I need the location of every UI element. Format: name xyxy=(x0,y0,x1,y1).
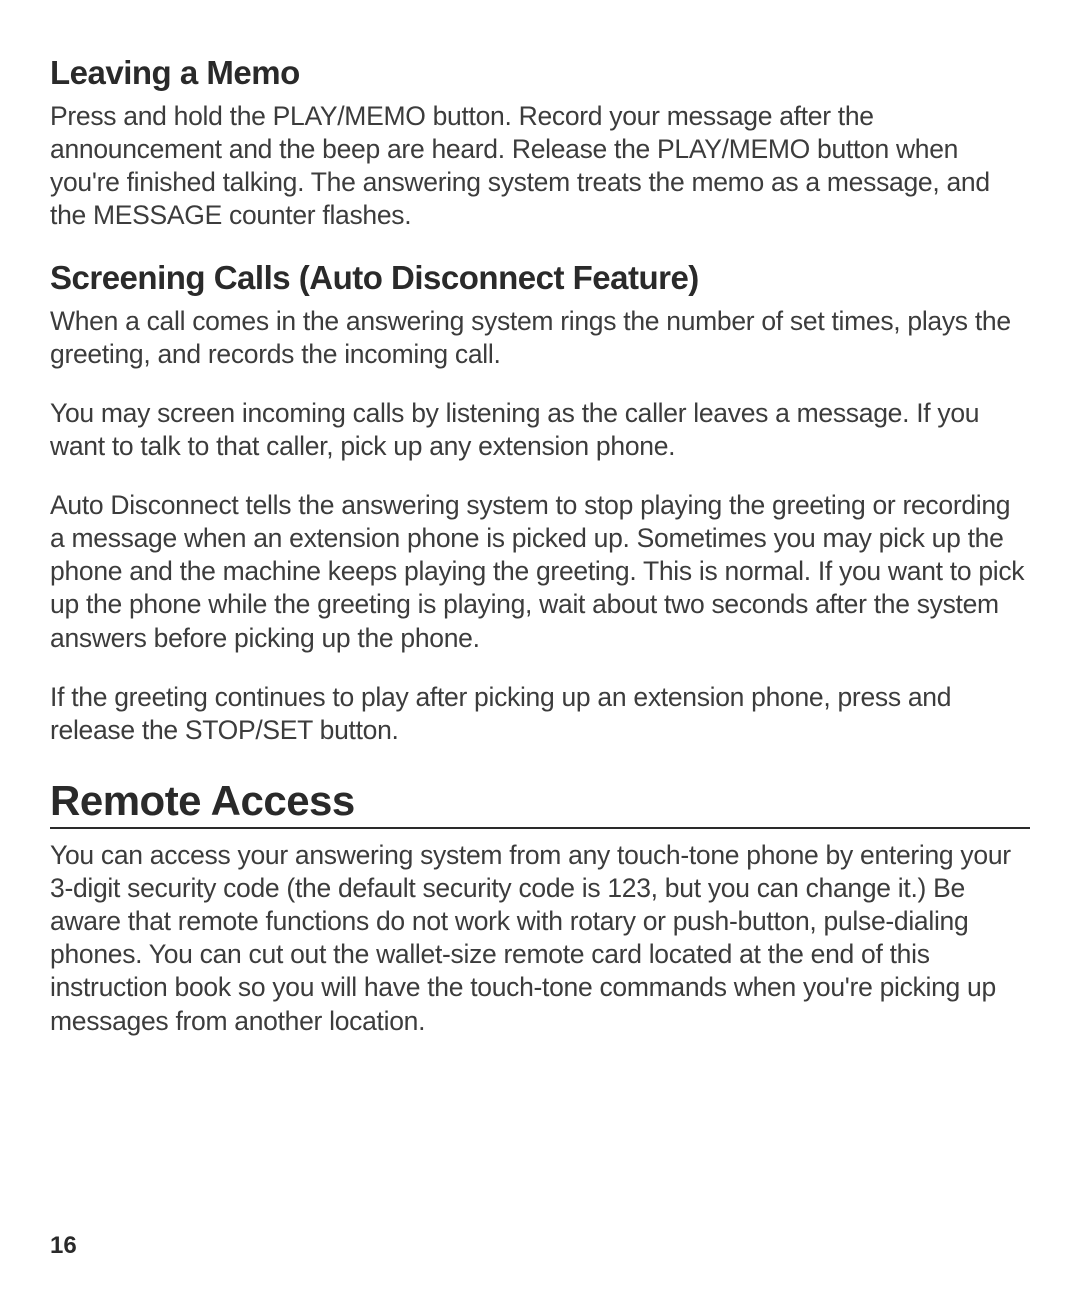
paragraph: If the greeting continues to play after … xyxy=(50,681,1030,747)
paragraph: Press and hold the PLAY/MEMO button. Rec… xyxy=(50,100,1030,233)
heading-remote-access: Remote Access xyxy=(50,777,1030,829)
section-remote-access: Remote Access You can access your answer… xyxy=(50,777,1030,1038)
paragraph: You can access your answering system fro… xyxy=(50,839,1030,1038)
section-screening-calls: Screening Calls (Auto Disconnect Feature… xyxy=(50,259,1030,747)
heading-screening-calls: Screening Calls (Auto Disconnect Feature… xyxy=(50,259,1030,297)
paragraph: You may screen incoming calls by listeni… xyxy=(50,397,1030,463)
section-leaving-memo: Leaving a Memo Press and hold the PLAY/M… xyxy=(50,54,1030,233)
page-number: 16 xyxy=(50,1232,77,1260)
heading-leaving-memo: Leaving a Memo xyxy=(50,54,1030,92)
paragraph: When a call comes in the answering syste… xyxy=(50,305,1030,371)
paragraph: Auto Disconnect tells the answering syst… xyxy=(50,489,1030,655)
